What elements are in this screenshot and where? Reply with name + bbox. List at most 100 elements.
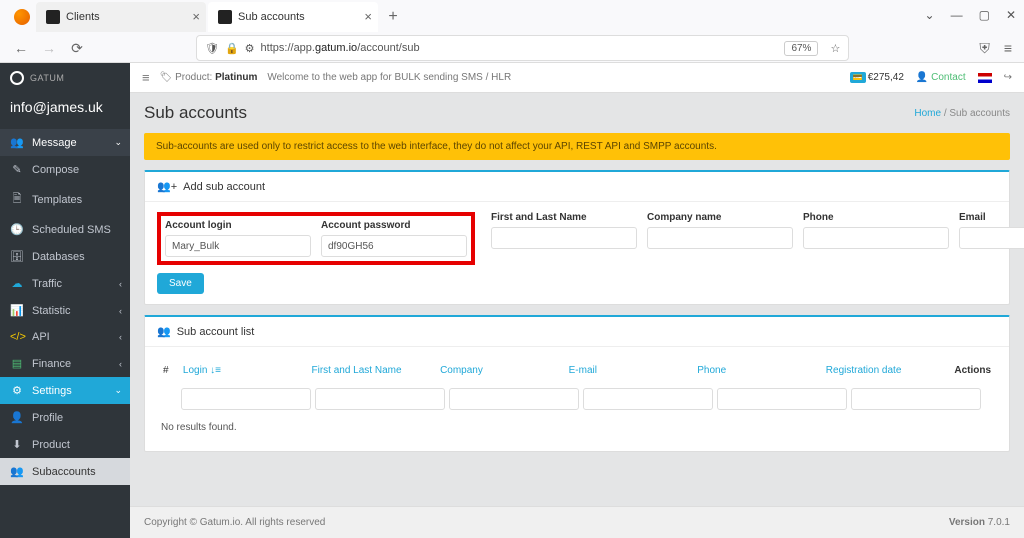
language-flag[interactable] xyxy=(978,73,992,83)
tab-title: Sub accounts xyxy=(238,11,305,23)
sidebar-item-finance[interactable]: ▤Finance‹ xyxy=(0,350,130,377)
col-company[interactable]: Company xyxy=(434,361,563,380)
database-icon: 🗄 xyxy=(10,250,24,263)
name-input[interactable] xyxy=(491,227,637,249)
sidebar-item-product[interactable]: ⬇Product xyxy=(0,431,130,458)
sidebar-item-subaccounts[interactable]: 👥Subaccounts xyxy=(0,458,130,485)
panel-title: Add sub account xyxy=(183,181,265,193)
users-icon: 👥 xyxy=(157,325,171,338)
version: Version 7.0.1 xyxy=(949,517,1010,528)
shield-icon[interactable]: 🛡 xyxy=(205,42,219,55)
chevron-left-icon: ‹ xyxy=(119,332,122,342)
phone-input[interactable] xyxy=(803,227,949,249)
contact-link[interactable]: 👤 Contact xyxy=(916,72,966,83)
back-button[interactable]: ← xyxy=(12,39,30,57)
menu-toggle-icon[interactable]: ≡ xyxy=(142,70,150,85)
sidebar-item-api[interactable]: </>API‹ xyxy=(0,324,130,350)
col-name[interactable]: First and Last Name xyxy=(305,361,434,380)
pencil-icon: ✎ xyxy=(10,163,24,176)
reload-button[interactable]: ⟳ xyxy=(68,39,86,57)
col-num: # xyxy=(157,361,177,380)
filter-company[interactable] xyxy=(449,388,579,410)
panel-title: Sub account list xyxy=(177,326,255,338)
sidebar: GATUM info@james.uk 👥Message⌄ ✎Compose 🗎… xyxy=(0,63,130,538)
phone-label: Phone xyxy=(803,212,949,223)
company-label: Company name xyxy=(647,212,793,223)
brand-text: GATUM xyxy=(30,73,64,83)
bookmark-icon[interactable]: ☆ xyxy=(830,42,840,55)
new-tab-button[interactable]: + xyxy=(380,4,406,30)
chevron-down-icon: ⌄ xyxy=(114,137,122,148)
col-reg[interactable]: Registration date xyxy=(820,361,949,380)
minimize-icon[interactable]: — xyxy=(951,8,963,22)
sidebar-item-compose[interactable]: ✎Compose xyxy=(0,156,130,183)
filter-login[interactable] xyxy=(181,388,311,410)
name-label: First and Last Name xyxy=(491,212,637,223)
sidebar-item-templates[interactable]: 🗎Templates xyxy=(0,183,130,216)
save-button[interactable]: Save xyxy=(157,273,204,294)
filter-name[interactable] xyxy=(315,388,445,410)
subaccount-list-panel: 👥 Sub account list # Login ↓≡ First and L… xyxy=(144,315,1010,452)
welcome-text: Welcome to the web app for BULK sending … xyxy=(267,72,511,83)
close-tab-icon[interactable]: × xyxy=(364,9,372,24)
password-input[interactable] xyxy=(321,235,467,257)
users-plus-icon: 👥+ xyxy=(157,180,177,193)
email-label: Email xyxy=(959,212,1024,223)
filter-email[interactable] xyxy=(583,388,713,410)
col-login[interactable]: Login ↓≡ xyxy=(177,361,306,380)
user-email: info@james.uk xyxy=(0,93,130,129)
chevron-left-icon: ‹ xyxy=(119,279,122,289)
download-icon: ⬇ xyxy=(10,438,24,451)
chevron-down-icon: ⌄ xyxy=(114,385,122,396)
chevron-left-icon: ‹ xyxy=(119,359,122,369)
address-bar[interactable]: 🛡 🔒 ⚙ https://app.gatum.io/account/sub 6… xyxy=(196,35,849,61)
logo-icon xyxy=(10,71,24,85)
highlighted-fields: Account login Account password xyxy=(157,212,475,265)
sidebar-item-statistic[interactable]: 📊Statistic‹ xyxy=(0,297,130,324)
sidebar-item-profile[interactable]: 👤Profile xyxy=(0,404,130,431)
col-phone[interactable]: Phone xyxy=(691,361,820,380)
favicon xyxy=(46,10,60,24)
logout-icon[interactable]: ↪ xyxy=(1004,72,1012,83)
page-title: Sub accounts xyxy=(144,103,247,123)
sidebar-item-databases[interactable]: 🗄Databases xyxy=(0,243,130,270)
cloud-icon: ☁ xyxy=(10,277,24,290)
breadcrumb: Home / Sub accounts xyxy=(914,108,1010,119)
zoom-level[interactable]: 67% xyxy=(784,41,818,56)
sidebar-item-settings[interactable]: ⚙Settings⌄ xyxy=(0,377,130,404)
login-input[interactable] xyxy=(165,235,311,257)
add-subaccount-panel: 👥+ Add sub account Account login Account … xyxy=(144,170,1010,305)
table-header: # Login ↓≡ First and Last Name Company E… xyxy=(157,357,997,384)
permissions-icon[interactable]: ⚙ xyxy=(245,42,255,55)
code-icon: </> xyxy=(10,331,24,343)
browser-tab-clients[interactable]: Clients × xyxy=(36,2,206,32)
balance[interactable]: 💳€275,42 xyxy=(850,72,904,83)
close-tab-icon[interactable]: × xyxy=(192,9,200,24)
product-label: 🏷 Product: Platinum xyxy=(160,72,258,83)
col-email[interactable]: E-mail xyxy=(563,361,692,380)
users-icon: 👥 xyxy=(10,465,24,478)
favicon xyxy=(218,10,232,24)
copyright: Copyright © Gatum.io. All rights reserve… xyxy=(144,517,325,528)
menu-icon[interactable]: ≡ xyxy=(1004,40,1012,57)
chevron-down-icon[interactable]: ⌄ xyxy=(925,8,935,22)
sidebar-item-message[interactable]: 👥Message⌄ xyxy=(0,129,130,156)
chevron-left-icon: ‹ xyxy=(119,306,122,316)
sidebar-item-traffic[interactable]: ☁Traffic‹ xyxy=(0,270,130,297)
company-input[interactable] xyxy=(647,227,793,249)
breadcrumb-home[interactable]: Home xyxy=(914,108,941,119)
maximize-icon[interactable]: ▢ xyxy=(979,8,990,22)
pocket-icon[interactable]: ⛨ xyxy=(979,40,990,57)
tab-title: Clients xyxy=(66,11,100,23)
card-icon: 💳 xyxy=(850,72,866,83)
sidebar-item-scheduled[interactable]: 🕒Scheduled SMS xyxy=(0,216,130,243)
topbar: ≡ 🏷 Product: Platinum Welcome to the web… xyxy=(130,63,1024,93)
lock-icon[interactable]: 🔒 xyxy=(225,42,239,55)
email-input[interactable] xyxy=(959,227,1024,249)
browser-tab-subaccounts[interactable]: Sub accounts × xyxy=(208,2,378,32)
close-window-icon[interactable]: ✕ xyxy=(1006,8,1016,22)
gear-icon: ⚙ xyxy=(10,384,24,397)
filter-phone[interactable] xyxy=(717,388,847,410)
password-label: Account password xyxy=(321,220,467,231)
filter-reg[interactable] xyxy=(851,388,981,410)
